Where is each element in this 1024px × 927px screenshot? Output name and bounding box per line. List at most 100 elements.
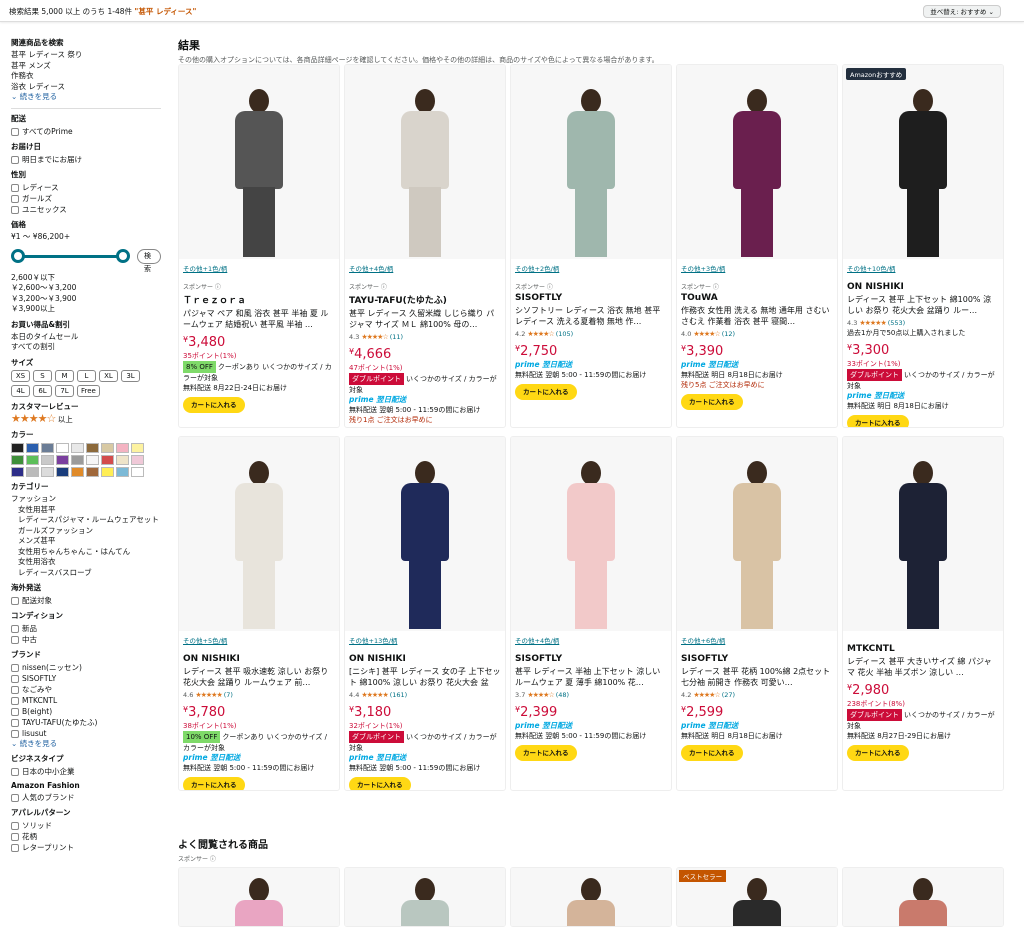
related-link[interactable]: 作務衣 [11, 71, 169, 82]
product-rating[interactable]: 3.7 ★★★★☆ (48) [515, 690, 667, 700]
brand-filter[interactable]: MTKCNTL [11, 695, 169, 706]
add-to-cart-button[interactable]: カートに入れる [515, 384, 577, 400]
product-image[interactable] [345, 65, 505, 259]
size-button[interactable]: Free [77, 384, 100, 397]
product-card[interactable]: その他+4色/柄 スポンサー ⓘ TAYU-TAFU(たゆたふ) 甚平 レディース 久… [344, 64, 506, 428]
color-swatch[interactable] [101, 467, 114, 477]
price-range-link[interactable]: ￥3,900以上 [11, 304, 169, 315]
checkbox-icon[interactable] [11, 624, 19, 633]
color-swatch[interactable] [56, 455, 69, 465]
product-title[interactable]: 甚平 レディース 久留米織 しじら織り パジャマ サイズ ＭＬ 綿100% 母の… [349, 308, 501, 330]
pattern-filter[interactable]: ソリッド [11, 820, 169, 831]
gender-filter[interactable]: ユニセックス [11, 204, 169, 215]
checkbox-icon[interactable] [11, 793, 19, 802]
also-viewed-card[interactable] [842, 867, 1004, 927]
related-link[interactable]: 浴衣 レディース [11, 82, 169, 93]
color-swatch[interactable] [116, 443, 129, 453]
size-button[interactable]: 7L [55, 384, 74, 397]
condition-filter[interactable]: 新品 [11, 623, 169, 634]
also-viewed-card[interactable] [178, 867, 340, 927]
category-link[interactable]: 女性用浴衣 [11, 557, 169, 568]
checkbox-icon[interactable] [11, 729, 19, 738]
more-colors-link[interactable]: その他+4色/柄 [349, 263, 501, 273]
color-swatch[interactable] [116, 455, 129, 465]
condition-filter[interactable]: 中古 [11, 634, 169, 645]
fashion-filter[interactable]: 人気のブランド [11, 792, 169, 803]
product-card[interactable]: その他+2色/柄 スポンサー ⓘ SISOFTLY シソフトリー レディース 浴衣 無… [510, 64, 672, 428]
product-card[interactable]: その他+3色/柄 スポンサー ⓘ TOuWA 作務衣 女性用 洗える 無地 通年用 さ… [676, 64, 838, 428]
add-to-cart-button[interactable]: カートに入れる [515, 745, 577, 761]
size-button[interactable]: 6L [33, 384, 52, 397]
product-title[interactable]: パジャマ ペア 和風 浴衣 甚平 半袖 夏 ルームウェア 結婚祝い 甚平風 半袖… [183, 308, 335, 330]
product-image[interactable] [511, 437, 671, 631]
price-search-button[interactable]: 検索 [137, 248, 161, 273]
checkbox-icon[interactable] [11, 635, 19, 644]
sort-dropdown[interactable]: 並べ替え: おすすめ ⌄ [923, 5, 1001, 18]
product-image[interactable] [511, 65, 671, 259]
category-link[interactable]: 女性用甚平 [11, 505, 169, 516]
slider-max-handle[interactable] [116, 248, 130, 263]
product-card[interactable]: その他+1色/柄 スポンサー ⓘ Ｔｒｅｚｏｒａ パジャマ ペア 和風 浴衣 甚平 半… [178, 64, 340, 428]
color-swatch[interactable] [101, 455, 114, 465]
product-card[interactable]: その他+6色/柄 SISOFTLY レディース 甚平 花柄 100%綿 2点セット … [676, 436, 838, 791]
color-swatch[interactable] [131, 443, 144, 453]
product-rating[interactable]: 4.3 ★★★★★ (553) [847, 318, 999, 328]
size-button[interactable]: XS [11, 369, 30, 382]
category-link[interactable]: レディースパジャマ・ルームウェアセット [11, 515, 169, 526]
checkbox-icon[interactable] [11, 843, 19, 852]
checkbox-icon[interactable] [11, 155, 19, 164]
color-swatch[interactable] [71, 467, 84, 477]
category-link[interactable]: レディースバスローブ [11, 568, 169, 579]
review-count[interactable]: (7) [224, 691, 233, 699]
product-rating[interactable]: 4.2 ★★★★☆ (105) [515, 329, 667, 339]
slider-min-handle[interactable] [11, 248, 25, 263]
category-link[interactable]: ファッション [11, 494, 169, 505]
brand-filter[interactable]: lisusut [11, 728, 169, 739]
add-to-cart-button[interactable]: カートに入れる [847, 415, 909, 427]
color-swatch[interactable] [41, 467, 54, 477]
product-rating[interactable]: 4.3 ★★★★☆ (11) [349, 332, 501, 342]
color-swatch[interactable] [86, 467, 99, 477]
product-card[interactable]: Amazonおすすめ その他+10色/柄 ON NISHIKI レディース 甚平 上下… [842, 64, 1004, 428]
related-link[interactable]: 甚平 メンズ [11, 61, 169, 72]
add-to-cart-button[interactable]: カートに入れる [349, 777, 411, 790]
size-button[interactable]: 4L [11, 384, 30, 397]
also-viewed-card[interactable] [344, 867, 506, 927]
product-image[interactable] [677, 437, 837, 631]
add-to-cart-button[interactable]: カートに入れる [681, 745, 743, 761]
product-title[interactable]: [ニシキ] 甚平 レディース 女の子 上下セット 綿100% 涼しい お祭り 花… [349, 666, 501, 688]
brand-more-link[interactable]: ⌄ 続きを見る [11, 739, 169, 749]
intl-filter[interactable]: 配送対象 [11, 595, 169, 606]
checkbox-icon[interactable] [11, 718, 19, 727]
product-image[interactable] [843, 868, 1003, 926]
product-image[interactable] [511, 868, 671, 926]
color-swatch[interactable] [86, 443, 99, 453]
more-colors-link[interactable]: その他+5色/柄 [183, 635, 335, 645]
size-button[interactable]: M [55, 369, 74, 382]
biz-filter[interactable]: 日本の中小企業 [11, 766, 169, 777]
add-to-cart-button[interactable]: カートに入れる [183, 777, 245, 790]
size-button[interactable]: L [77, 369, 96, 382]
size-button[interactable]: 3L [121, 369, 140, 382]
deals-link[interactable]: すべての割引 [11, 342, 169, 353]
product-rating[interactable]: 4.6 ★★★★★ (7) [183, 690, 335, 700]
color-swatch[interactable] [86, 455, 99, 465]
checkbox-icon[interactable] [11, 663, 19, 672]
product-card[interactable]: その他+4色/柄 SISOFTLY 甚平 レディース 半袖 上下セット 涼しい ルー… [510, 436, 672, 791]
review-count[interactable]: (12) [722, 330, 735, 338]
checkbox-icon[interactable] [11, 767, 19, 776]
product-title[interactable]: レディース 甚平 上下セット 綿100% 涼しい お祭り 花火大会 盆踊り ルー… [847, 294, 999, 316]
review-count[interactable]: (27) [722, 691, 735, 699]
more-colors-link[interactable]: その他+2色/柄 [515, 263, 667, 273]
color-swatch[interactable] [116, 467, 129, 477]
checkbox-icon[interactable] [11, 821, 19, 830]
price-slider[interactable]: 検索 [11, 247, 161, 273]
product-image[interactable]: ベストセラー [677, 868, 837, 926]
product-card[interactable]: MTKCNTL レディース 甚平 大きいサイズ 綿 パジャマ 花火 半袖 半ズボン… [842, 436, 1004, 791]
product-card[interactable]: その他+13色/柄 ON NISHIKI [ニシキ] 甚平 レディース 女の子 上下… [344, 436, 506, 791]
gender-filter[interactable]: ガールズ [11, 193, 169, 204]
product-image[interactable] [843, 437, 1003, 631]
checkbox-icon[interactable] [11, 127, 19, 136]
prime-filter[interactable]: すべてのPrime [11, 126, 169, 137]
checkbox-icon[interactable] [11, 696, 19, 705]
